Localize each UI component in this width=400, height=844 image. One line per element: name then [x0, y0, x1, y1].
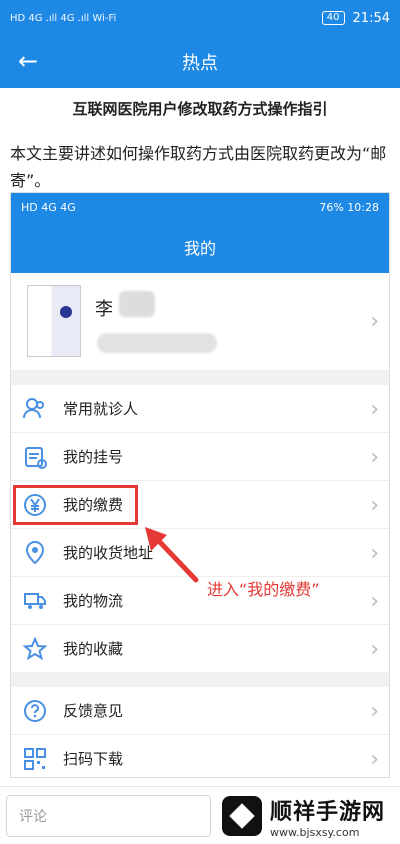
back-arrow-icon[interactable]: ←	[18, 48, 38, 74]
inner-page-title: 我的	[11, 221, 389, 273]
chevron-right-icon: ›	[370, 541, 379, 566]
menu-label: 我的物流	[63, 592, 124, 610]
menu-group-2: 反馈意见 › 扫码下载 ›	[11, 687, 389, 777]
menu-item-registrations: 我的挂号 ›	[11, 433, 389, 481]
menu-label: 我的挂号	[63, 448, 124, 466]
truck-icon	[21, 587, 49, 615]
chevron-right-icon: ›	[370, 397, 379, 422]
avatar	[27, 285, 81, 357]
menu-item-payments: 我的缴费 ›	[11, 481, 389, 529]
status-bar: HD 4G .ıll 4G .ıll Wi-Fi 40 21:54	[0, 0, 400, 36]
chevron-right-icon: ›	[370, 637, 379, 662]
battery-icon: 40	[321, 11, 345, 25]
chevron-right-icon: ›	[370, 309, 379, 334]
article-content[interactable]: 互联网医院用户修改取药方式操作指引 本文主要讲述如何操作取药方式由医院取药更改为…	[0, 88, 400, 778]
profile-card: 李 ›	[11, 273, 389, 371]
profile-name: 李	[95, 299, 113, 320]
users-icon	[21, 395, 49, 423]
menu-label: 扫码下载	[63, 750, 124, 768]
callout-text: 进入“我的缴费”	[207, 580, 320, 599]
red-arrow-icon	[145, 527, 199, 583]
chevron-right-icon: ›	[370, 493, 379, 518]
chevron-right-icon: ›	[370, 445, 379, 470]
question-icon	[21, 697, 49, 725]
article-title: 互联网医院用户修改取药方式操作指引	[72, 100, 328, 118]
embedded-screenshot: HD 4G 4G 76% 10:28 我的 李 › 常用就诊人 › 我的挂号 ›…	[10, 192, 390, 778]
chevron-right-icon: ›	[370, 747, 379, 772]
menu-label: 我的收货地址	[63, 544, 154, 562]
watermark-logo: 顺祥手游网 www.bjsxsy.com	[222, 793, 394, 839]
logo-url: www.bjsxsy.com	[270, 825, 360, 839]
chevron-right-icon: ›	[370, 699, 379, 724]
clock: 21:54	[352, 10, 390, 26]
menu-item-favorites: 我的收藏 ›	[11, 625, 389, 673]
calendar-icon	[21, 443, 49, 471]
article-intro: 本文主要讲述如何操作取药方式由医院取药更改为“邮寄”。	[10, 144, 387, 190]
app-header: ← 热点	[0, 36, 400, 88]
logo-title: 顺祥手游网	[270, 799, 386, 825]
menu-label: 我的收藏	[63, 640, 124, 658]
inner-signal: HD 4G 4G	[21, 200, 76, 214]
bottom-bar: 评论 顺祥手游网 www.bjsxsy.com	[0, 786, 400, 844]
qr-icon	[21, 745, 49, 773]
highlight-box	[13, 485, 138, 525]
menu-label: 常用就诊人	[63, 400, 139, 418]
location-icon	[21, 539, 49, 567]
menu-label: 反馈意见	[63, 702, 124, 720]
page-title: 热点	[182, 53, 218, 74]
chevron-right-icon: ›	[370, 589, 379, 614]
menu-item-patients: 常用就诊人 ›	[11, 385, 389, 433]
signal-indicators: HD 4G .ıll 4G .ıll Wi-Fi	[10, 12, 117, 24]
comment-input[interactable]: 评论	[6, 795, 211, 837]
menu-item-feedback: 反馈意见 ›	[11, 687, 389, 735]
inner-time: 76% 10:28	[319, 200, 379, 214]
logo-icon	[222, 796, 262, 836]
inner-status-bar: HD 4G 4G 76% 10:28	[11, 193, 389, 221]
blurred-name	[119, 291, 155, 317]
menu-item-scan-download: 扫码下载 ›	[11, 735, 389, 777]
star-icon	[21, 635, 49, 663]
blurred-info	[97, 333, 217, 353]
